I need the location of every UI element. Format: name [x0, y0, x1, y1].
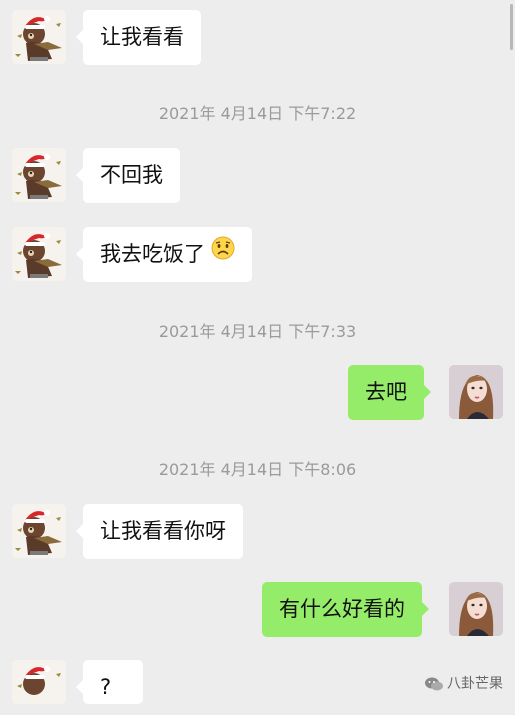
girl-avatar-icon [449, 582, 503, 636]
message-bubble[interactable]: 让我看看 [76, 10, 201, 65]
message-bubble[interactable]: 不回我 [76, 148, 180, 203]
bear-avatar-icon [12, 148, 66, 202]
bear-avatar[interactable] [12, 227, 66, 281]
message-text: 让我看看 [100, 25, 184, 49]
bear-avatar[interactable] [12, 660, 66, 704]
bear-avatar-icon [12, 227, 66, 281]
message-text: 有什么好看的 [279, 597, 405, 621]
bear-avatar[interactable] [12, 148, 66, 202]
girl-avatar[interactable] [449, 365, 503, 419]
scrollbar[interactable] [510, 4, 513, 50]
bear-avatar[interactable] [12, 10, 66, 64]
timestamp: 2021年 4月14日 下午8:06 [158, 460, 357, 479]
message-bubble[interactable]: 去吧 [348, 365, 431, 420]
bear-avatar-icon [12, 10, 66, 64]
bear-avatar[interactable] [12, 504, 66, 558]
watermark-text: 八卦芒果 [447, 676, 503, 692]
message-bubble[interactable]: 我去吃饭了 [76, 226, 252, 282]
chat-area[interactable]: 让我看看 2021年 4月14日 下午7:22 不回我 我去吃饭了 2021年 … [0, 0, 515, 704]
girl-avatar[interactable] [449, 582, 503, 636]
message-text: 不回我 [100, 163, 163, 187]
girl-avatar-icon [449, 365, 503, 419]
message-bubble[interactable]: 让我看看你呀 [76, 504, 243, 559]
message-text: 让我看看你呀 [100, 519, 226, 543]
timestamp: 2021年 4月14日 下午7:22 [158, 104, 357, 123]
timestamp: 2021年 4月14日 下午7:33 [158, 322, 357, 341]
message-bubble[interactable]: ? [76, 660, 143, 704]
bear-avatar-icon [12, 504, 66, 558]
message-bubble[interactable]: 有什么好看的 [262, 582, 429, 637]
wechat-icon [425, 677, 443, 691]
message-text: 去吧 [365, 380, 407, 404]
watermark: 八卦芒果 [424, 672, 503, 696]
sad-face-emoji [211, 226, 235, 281]
message-text: ? [100, 675, 112, 699]
bear-avatar-icon [12, 660, 66, 704]
message-text: 我去吃饭了 [100, 242, 205, 266]
